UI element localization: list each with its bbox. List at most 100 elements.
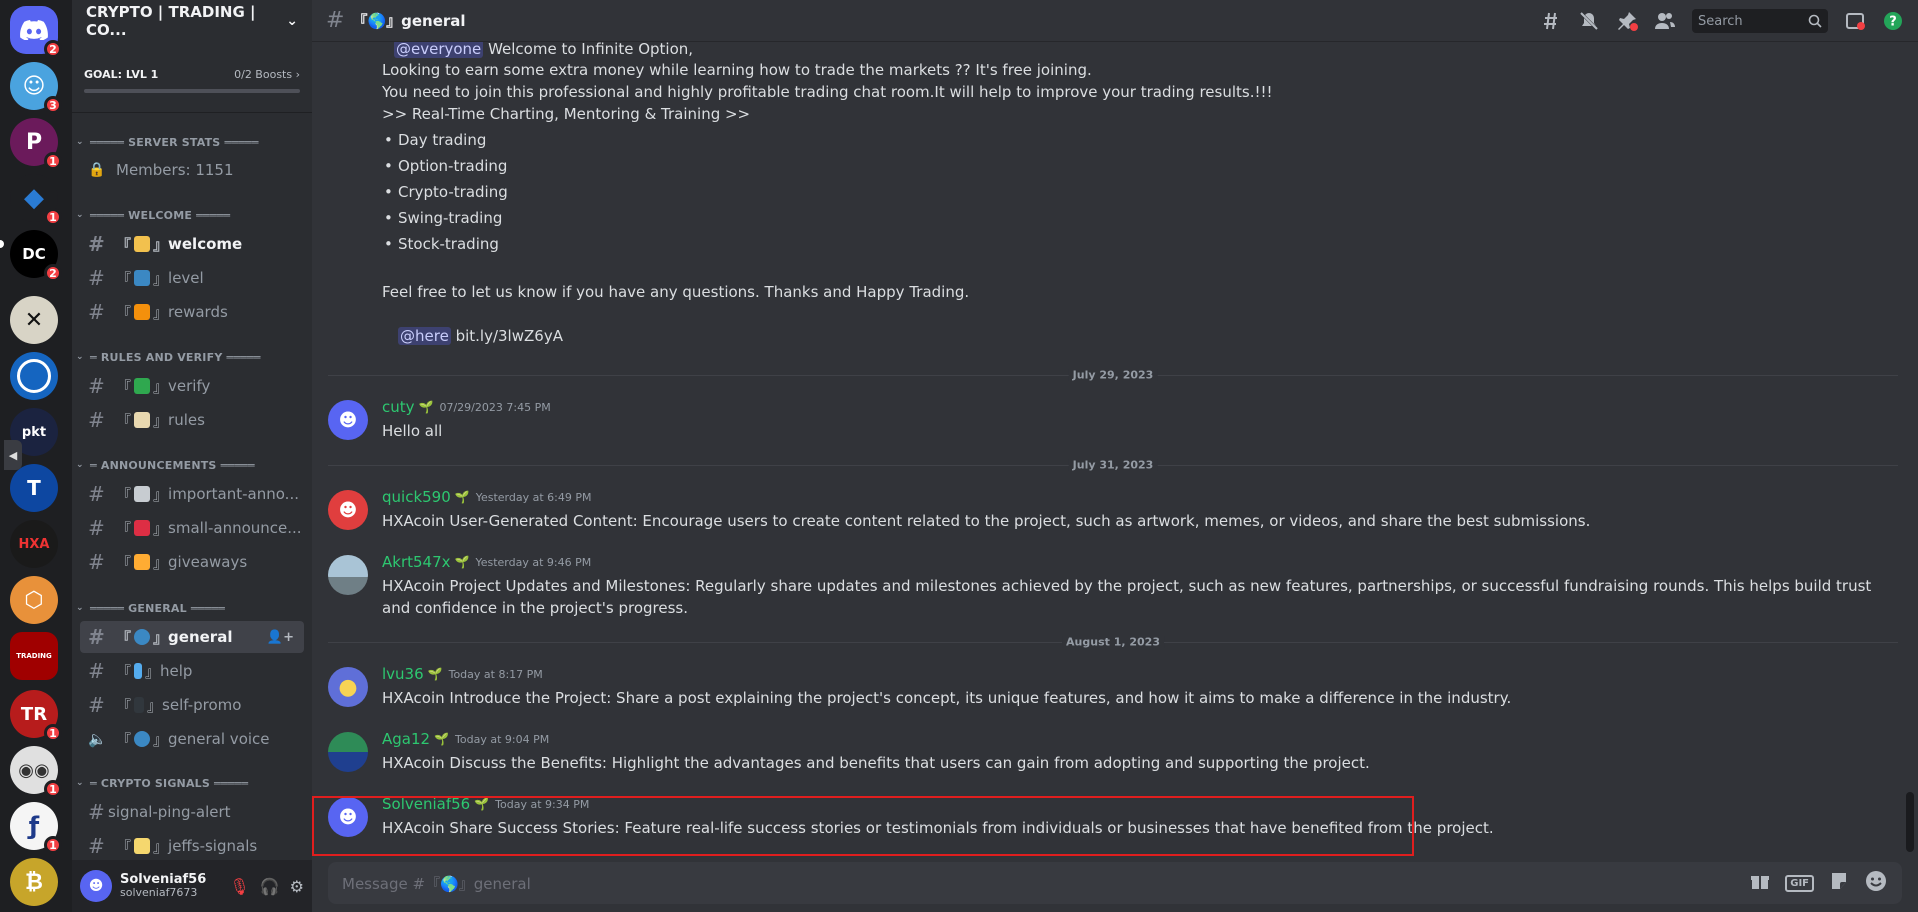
chevron-down-icon: ⌄ — [76, 137, 84, 147]
pinned-messages-icon[interactable] — [1616, 10, 1638, 32]
category-server-stats[interactable]: ⌄ ═════ SERVER STATS ═════ — [72, 132, 312, 152]
channel-self-promo[interactable]: # 『』 self-promo — [80, 689, 304, 721]
category-general[interactable]: ⌄ ═════ GENERAL ═════ — [72, 598, 312, 618]
avatar[interactable]: ☻ — [328, 400, 368, 440]
channel-general-voice[interactable]: 🔈 『 』 general voice — [80, 723, 304, 755]
category-announcements[interactable]: ⌄ ═ ANNOUNCEMENTS ═════ — [72, 455, 312, 475]
info-emoji-icon — [134, 663, 143, 679]
avatar[interactable]: ☻ — [328, 490, 368, 530]
bracket: 』 — [153, 303, 169, 322]
search-input[interactable]: Search — [1692, 9, 1828, 33]
server-name: CRYPTO | TRADING | CO... — [86, 3, 256, 39]
avatar[interactable]: ☻ — [80, 870, 112, 902]
bracket: 『 — [116, 235, 132, 254]
server-icon-4[interactable]: ◆ 1 — [10, 174, 62, 226]
discord-logo-icon: ☻ — [338, 499, 358, 521]
search-icon — [1808, 14, 1822, 28]
server-icon-14[interactable]: ◉◉ 1 — [10, 746, 62, 798]
channel-level[interactable]: # 『 』 level — [80, 262, 304, 294]
highlight-box — [312, 796, 1414, 856]
username[interactable]: cuty — [382, 398, 415, 416]
list-item: Option-trading — [384, 157, 507, 175]
channel-small-announcements[interactable]: # 『 』 small-announce... — [80, 512, 304, 544]
gif-icon[interactable]: GIF — [1785, 874, 1814, 892]
server-icon-5[interactable]: DC 2 — [10, 230, 62, 282]
server-header[interactable]: CRYPTO | TRADING | CO... ⌄ — [72, 0, 312, 42]
emoji-icon[interactable] — [1864, 869, 1888, 897]
channel-rewards[interactable]: # 『 』 rewards — [80, 296, 304, 328]
channel-verify[interactable]: # 『 』 verify — [80, 370, 304, 402]
timestamp: 07/29/2023 7:45 PM — [439, 400, 551, 414]
channel-jeffs-signals[interactable]: # 『 』 jeffs-signals — [80, 830, 304, 862]
server-icon-13[interactable]: TR 1 — [10, 690, 62, 742]
here-mention[interactable]: @here — [398, 327, 451, 345]
server-icon-15[interactable]: ƒ1 — [10, 802, 62, 854]
party-emoji-icon — [134, 554, 151, 570]
sprout-badge-icon: 🌱 — [427, 667, 443, 681]
headphones-icon[interactable]: 🎧 — [260, 877, 280, 896]
channel-welcome[interactable]: # 『 』 welcome — [80, 228, 304, 260]
mute-mic-icon[interactable]: 🎙 — [229, 877, 249, 896]
wave-emoji-icon — [134, 236, 151, 252]
bracket: 『 — [116, 837, 132, 856]
chevron-down-icon: ⌄ — [76, 778, 84, 788]
notifications-muted-icon[interactable] — [1578, 10, 1600, 32]
channel-general[interactable]: # 『 』 general 👤+ — [80, 621, 304, 653]
inbox-icon[interactable] — [1844, 10, 1866, 32]
channel-members[interactable]: 🔒 Members: 1151 — [80, 154, 304, 186]
collapse-arrow-icon[interactable]: ◀ — [4, 440, 22, 470]
channel-label: verify — [168, 377, 211, 395]
everyone-mention[interactable]: @everyone — [394, 42, 484, 58]
channel-giveaways[interactable]: # 『 』 giveaways — [80, 546, 304, 578]
announcement-line-3: You need to join this professional and h… — [382, 83, 1273, 101]
mention-badge: 2 — [44, 264, 62, 282]
bitcoin-logo-icon: ₿ — [25, 870, 43, 895]
bracket: 』 — [153, 235, 169, 254]
server-icon-16[interactable]: ₿ — [10, 858, 58, 906]
username[interactable]: quick590 — [382, 488, 451, 506]
chevron-down-icon: ⌄ — [76, 460, 84, 470]
channel-rules[interactable]: # 『 』 rules — [80, 404, 304, 436]
server-icon-9[interactable]: T — [10, 464, 58, 512]
message-composer[interactable]: Message #『🌎』general GIF — [328, 862, 1902, 904]
user-names[interactable]: Solveniaf56 solveniaf7673 — [120, 872, 206, 899]
message-input[interactable]: Message #『🌎』general — [342, 873, 531, 894]
threads-icon[interactable] — [1540, 10, 1562, 32]
username[interactable]: Aga12 — [382, 730, 430, 748]
server-icon-6[interactable]: ✕ — [10, 296, 58, 344]
avatar[interactable] — [328, 732, 368, 772]
server-icon-10[interactable]: HXA — [10, 520, 58, 568]
server-icon-2[interactable]: ☺ 3 — [10, 62, 62, 114]
channel-help[interactable]: # 『』 help — [80, 655, 304, 687]
category-crypto-signals[interactable]: ⌄ ═ CRYPTO SIGNALS ═════ — [72, 773, 312, 793]
server-icon-11[interactable]: ⬡ — [10, 576, 58, 624]
user-panel: ☻ Solveniaf56 solveniaf7673 🎙 🎧 ⚙ — [72, 860, 312, 912]
unread-pill — [0, 240, 4, 248]
gear-icon[interactable]: ⚙ — [290, 877, 304, 896]
announcement-line-1: @everyone Welcome to Infinite Option, — [394, 42, 693, 58]
member-list-icon[interactable] — [1654, 10, 1676, 32]
server-icon-12[interactable]: TRADING — [10, 632, 58, 680]
home-button[interactable]: 2 — [10, 6, 62, 58]
username[interactable]: lvu36 — [382, 665, 424, 683]
avatar[interactable]: ● — [328, 667, 368, 707]
hash-icon: # — [88, 266, 105, 290]
bitly-link[interactable]: bit.ly/3lwZ6yA — [451, 327, 563, 345]
category-welcome[interactable]: ⌄ ═════ WELCOME ═════ — [72, 205, 312, 225]
tr-logo-icon: TR — [20, 703, 48, 725]
gift-icon[interactable] — [1749, 870, 1771, 896]
invite-user-icon[interactable]: 👤+ — [267, 630, 294, 645]
channel-label: signal-ping-alert — [108, 803, 231, 821]
sticker-icon[interactable] — [1828, 870, 1850, 896]
scrollbar[interactable] — [1906, 792, 1914, 852]
username[interactable]: Akrt547x — [382, 553, 451, 571]
avatar[interactable] — [328, 555, 368, 595]
server-icon-3[interactable]: P1 — [10, 118, 62, 170]
boost-goal[interactable]: GOAL: LVL 1 0/2 Boosts › — [72, 48, 312, 106]
channel-important-announcements[interactable]: # 『 』 important-anno... — [80, 478, 304, 510]
hash-icon: # — [88, 516, 105, 540]
category-rules[interactable]: ⌄ ═ RULES AND VERIFY ═════ — [72, 347, 312, 367]
server-icon-7[interactable] — [10, 352, 58, 400]
help-icon[interactable]: ? — [1882, 10, 1904, 32]
channel-signal-ping-alert[interactable]: # signal-ping-alert — [80, 796, 304, 828]
